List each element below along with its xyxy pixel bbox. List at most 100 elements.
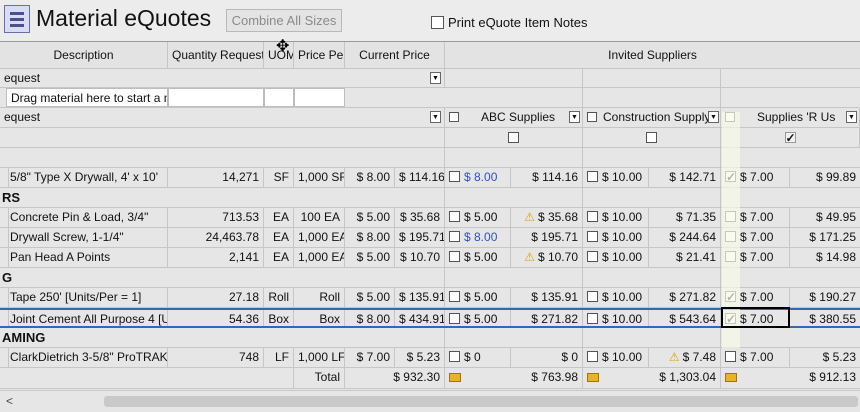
supplier-header-supplies-r-us[interactable]: Supplies 'R Us — [721, 108, 860, 127]
item-uom[interactable]: SF — [264, 168, 294, 187]
abc-award-checkbox[interactable] — [449, 231, 460, 242]
item-price-per[interactable]: 1,000 EA — [294, 228, 345, 247]
item-price-per[interactable]: Roll — [294, 288, 345, 307]
supplier-dropdown-arrow-icon[interactable]: ▼ — [569, 111, 580, 123]
construction-award-checkbox[interactable] — [587, 313, 598, 324]
construction-price-cell[interactable]: $ 10.00 — [583, 288, 649, 307]
supplies-r-us-unit-price[interactable]: $ 7.00 — [740, 230, 773, 244]
item-quantity[interactable]: 2,141 — [168, 248, 264, 267]
abc-unit-price[interactable]: $ 5.00 — [464, 312, 497, 326]
item-uom[interactable]: LF — [264, 348, 294, 367]
abc-unit-price[interactable]: $ 8.00 — [464, 230, 497, 244]
abc-price-cell[interactable]: $ 8.00 — [445, 168, 511, 187]
supplies-r-us-unit-price[interactable]: $ 7.00 — [740, 250, 773, 264]
abc-award-checkbox[interactable] — [449, 291, 460, 302]
item-quantity[interactable]: 14,271 — [168, 168, 264, 187]
construction-price-cell[interactable]: $ 10.00 — [583, 168, 649, 187]
abc-price-cell[interactable]: $ 5.00 — [445, 208, 511, 227]
email-icon[interactable] — [725, 373, 737, 382]
abc-price-cell[interactable]: $ 5.00 — [445, 288, 511, 307]
col-header-current-price[interactable]: Current Price — [345, 42, 445, 68]
item-description[interactable]: ClarkDietrich 3-5/8" ProTRAK ... — [6, 348, 168, 367]
col-header-description[interactable]: Description — [0, 42, 168, 68]
construction-price-cell[interactable]: $ 10.00 — [583, 208, 649, 227]
supplier-dropdown-arrow-icon[interactable]: ▼ — [708, 111, 719, 123]
item-description[interactable]: Concrete Pin & Load, 3/4" — [6, 208, 168, 227]
construction-award-checkbox[interactable] — [587, 291, 598, 302]
construction-unit-price[interactable]: $ 10.00 — [602, 210, 642, 224]
supplies-r-us-unit-price[interactable]: $ 7.00 — [740, 210, 773, 224]
item-quantity[interactable]: 54.36 — [168, 310, 264, 326]
abc-award-checkbox[interactable] — [449, 211, 460, 222]
combine-all-sizes-button[interactable]: Combine All Sizes — [226, 9, 342, 32]
item-price-per[interactable]: 1,000 LF — [294, 348, 345, 367]
item-uom[interactable]: EA — [264, 208, 294, 227]
email-icon[interactable] — [587, 373, 599, 382]
item-price-per[interactable]: 1,000 SF — [294, 168, 345, 187]
construction-unit-price[interactable]: $ 10.00 — [602, 312, 642, 326]
focused-cell[interactable] — [721, 307, 790, 328]
abc-award-checkbox[interactable] — [449, 251, 460, 262]
item-quantity[interactable]: 748 — [168, 348, 264, 367]
construction-unit-price[interactable]: $ 10.00 — [602, 290, 642, 304]
item-price-per[interactable]: 100 EA — [294, 208, 345, 227]
construction-award-checkbox[interactable] — [587, 231, 598, 242]
supplies-r-us-award-checkbox[interactable] — [725, 351, 736, 362]
print-notes-checkbox[interactable] — [431, 16, 444, 29]
construction-award-checkbox[interactable] — [587, 211, 598, 222]
col-header-price-per[interactable]: Price Per — [294, 42, 345, 68]
abc-unit-price[interactable]: $ 5.00 — [464, 250, 497, 264]
abc-award-checkbox[interactable] — [449, 313, 460, 324]
abc-unit-price[interactable]: $ 5.00 — [464, 290, 497, 304]
email-icon[interactable] — [449, 373, 461, 382]
abc-price-cell[interactable]: $ 8.00 — [445, 228, 511, 247]
construction-unit-price[interactable]: $ 10.00 — [602, 230, 642, 244]
select-supplier-construction-checkbox[interactable] — [646, 132, 657, 143]
supplier-header-construction[interactable]: Construction Supply... — [583, 108, 721, 127]
item-quantity[interactable]: 27.18 — [168, 288, 264, 307]
chevron-left-icon[interactable]: < — [6, 394, 13, 408]
col-header-invited-suppliers[interactable]: Invited Suppliers — [445, 42, 860, 68]
construction-price-cell[interactable]: $ 10.00 — [583, 348, 649, 367]
item-price-per[interactable]: 1,000 EA — [294, 248, 345, 267]
item-uom[interactable]: Box — [264, 310, 294, 326]
item-uom[interactable]: EA — [264, 228, 294, 247]
scrollbar-thumb[interactable] — [104, 396, 858, 407]
abc-award-checkbox[interactable] — [449, 351, 460, 362]
item-current-unit-price[interactable]: $ 8.00 — [345, 168, 395, 187]
item-quantity[interactable]: 24,463.78 — [168, 228, 264, 247]
item-price-per[interactable]: Box — [294, 310, 345, 326]
supplier-header-abc[interactable]: ABC Supplies — [445, 108, 583, 127]
item-description[interactable]: Joint Cement All Purpose 4 [Un... — [6, 310, 168, 326]
select-supplier-abc-checkbox[interactable] — [508, 132, 519, 143]
item-quantity[interactable]: 713.53 — [168, 208, 264, 227]
item-current-unit-price[interactable]: $ 8.00 — [345, 310, 395, 326]
supplies-r-us-unit-price[interactable]: $ 7.00 — [740, 170, 773, 184]
construction-award-checkbox[interactable] — [587, 171, 598, 182]
group-dropdown-arrow-icon[interactable]: ▼ — [430, 111, 441, 123]
abc-price-cell[interactable]: $ 5.00 — [445, 310, 511, 326]
abc-unit-price[interactable]: $ 5.00 — [464, 210, 497, 224]
item-current-unit-price[interactable]: $ 7.00 — [345, 348, 395, 367]
item-description[interactable]: 5/8" Type X Drywall, 4' x 10' — [6, 168, 168, 187]
construction-unit-price[interactable]: $ 10.00 — [602, 350, 642, 364]
select-supplier-supplies-r-us-checkbox[interactable] — [784, 129, 796, 147]
supplies-r-us-unit-price[interactable]: $ 7.00 — [740, 350, 773, 364]
abc-price-cell[interactable]: $ 5.00 — [445, 248, 511, 267]
item-description[interactable]: Pan Head A Points — [6, 248, 168, 267]
item-uom[interactable]: EA — [264, 248, 294, 267]
abc-award-checkbox[interactable] — [449, 171, 460, 182]
item-description[interactable]: Tape 250' [Units/Per = 1] — [6, 288, 168, 307]
construction-price-cell[interactable]: $ 10.00 — [583, 248, 649, 267]
abc-unit-price[interactable]: $ 8.00 — [464, 170, 497, 184]
col-header-quantity[interactable]: Quantity Request... — [168, 42, 264, 68]
supplies-r-us-unit-price[interactable]: $ 7.00 — [740, 290, 773, 304]
drag-hint-text[interactable]: Drag material here to start a ne... — [6, 88, 168, 107]
abc-unit-price[interactable]: $ 0 — [464, 350, 481, 364]
construction-unit-price[interactable]: $ 10.00 — [602, 170, 642, 184]
construction-price-cell[interactable]: $ 10.00 — [583, 228, 649, 247]
table-row[interactable]: ClarkDietrich 3-5/8" ProTRAK ... 748 LF … — [0, 348, 860, 368]
item-current-unit-price[interactable]: $ 5.00 — [345, 208, 395, 227]
item-current-unit-price[interactable]: $ 8.00 — [345, 228, 395, 247]
item-current-unit-price[interactable]: $ 5.00 — [345, 288, 395, 307]
